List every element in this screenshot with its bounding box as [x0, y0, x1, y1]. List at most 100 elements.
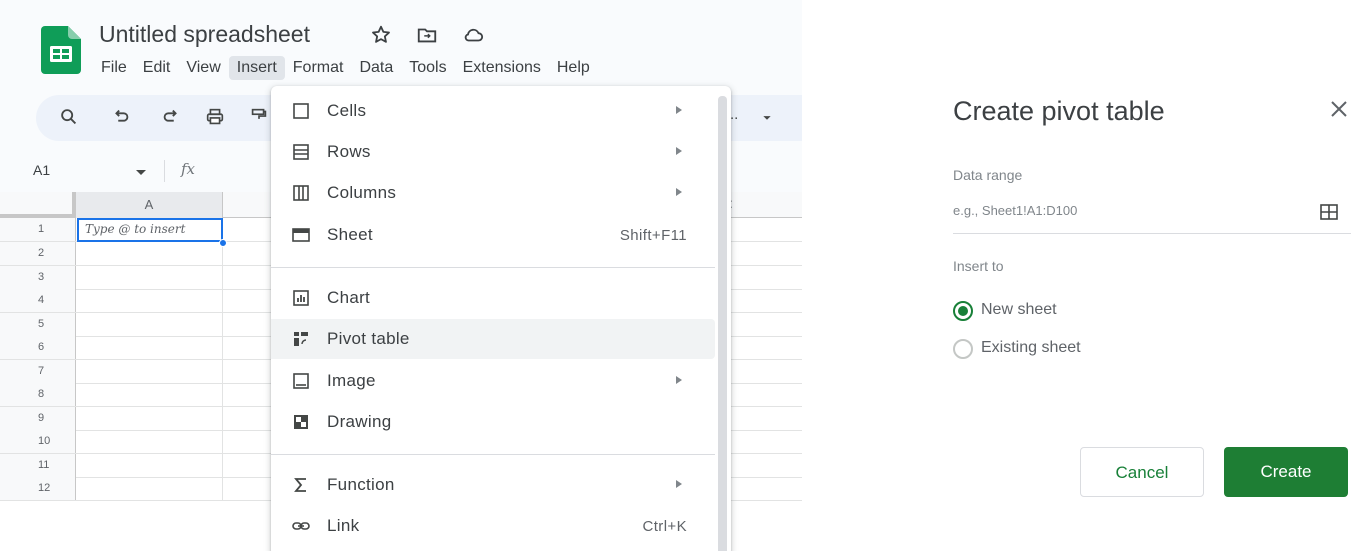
- row-number[interactable]: 2: [0, 242, 76, 265]
- sheet-icon: [292, 228, 310, 242]
- rows-icon: [293, 144, 309, 160]
- menu-item-rows[interactable]: Rows: [271, 132, 715, 172]
- radio-checked-icon[interactable]: [953, 301, 973, 321]
- undo-icon[interactable]: [110, 106, 132, 128]
- paint-format-icon[interactable]: [248, 106, 270, 128]
- print-icon[interactable]: [204, 106, 226, 128]
- cloud-saved-icon[interactable]: [462, 24, 484, 46]
- radio-unchecked-icon[interactable]: [953, 339, 973, 359]
- cell[interactable]: [76, 336, 223, 359]
- menu-item-columns[interactable]: Columns: [271, 173, 715, 213]
- row-number[interactable]: 6: [0, 336, 76, 359]
- menu-item-function[interactable]: Function: [271, 465, 715, 505]
- sheets-window: Untitled spreadsheet File Edit View Inse…: [0, 0, 802, 551]
- cell[interactable]: [76, 383, 223, 406]
- cell[interactable]: [76, 313, 223, 336]
- cell[interactable]: [76, 454, 223, 477]
- cell[interactable]: [76, 289, 223, 312]
- column-header-a[interactable]: A: [76, 192, 223, 218]
- shortcut-text: Ctrl+K: [642, 518, 687, 535]
- pivot-table-icon: [294, 332, 308, 346]
- cell[interactable]: [76, 266, 223, 289]
- fx-icon: fx: [181, 160, 196, 178]
- search-icon[interactable]: [58, 106, 80, 128]
- move-folder-icon[interactable]: [416, 24, 438, 46]
- menu-item-label: Drawing: [327, 412, 392, 431]
- formula-divider: [164, 160, 165, 182]
- cancel-button[interactable]: Cancel: [1080, 447, 1204, 497]
- insert-to-label: Insert to: [953, 258, 1004, 274]
- menu-item-chart[interactable]: Chart: [271, 278, 715, 318]
- menu-format[interactable]: Format: [285, 56, 352, 80]
- menu-tools[interactable]: Tools: [401, 56, 454, 80]
- row-number[interactable]: 8: [0, 383, 76, 406]
- cell[interactable]: [76, 242, 223, 265]
- row-number[interactable]: 4: [0, 289, 76, 312]
- submenu-arrow-icon: [676, 376, 682, 384]
- close-icon[interactable]: [1328, 98, 1350, 120]
- row-number[interactable]: 11: [0, 454, 76, 477]
- cell[interactable]: [76, 430, 223, 453]
- star-icon[interactable]: [370, 24, 392, 46]
- data-range-placeholder: e.g., Sheet1!A1:D100: [953, 203, 1078, 218]
- menu-view[interactable]: View: [178, 56, 228, 80]
- row-number[interactable]: 1: [0, 218, 76, 241]
- menu-item-label: Rows: [327, 142, 371, 161]
- submenu-arrow-icon: [676, 480, 682, 488]
- menu-edit[interactable]: Edit: [135, 56, 179, 80]
- insert-menu: Cells Rows Columns Sheet Shift+F11 Chart…: [271, 86, 731, 551]
- submenu-arrow-icon: [676, 106, 682, 114]
- menu-item-label: Image: [327, 371, 376, 390]
- radio-label: New sheet: [981, 301, 1057, 318]
- menu-item-sheet[interactable]: Sheet Shift+F11: [271, 215, 715, 255]
- select-all-corner[interactable]: [0, 192, 76, 218]
- menu-item-cells[interactable]: Cells: [271, 91, 715, 131]
- menu-extensions[interactable]: Extensions: [455, 56, 549, 80]
- create-button[interactable]: Create: [1224, 447, 1348, 497]
- row-number[interactable]: 7: [0, 360, 76, 383]
- link-icon: [292, 522, 310, 530]
- row-number[interactable]: 10: [0, 430, 76, 453]
- row-number[interactable]: 5: [0, 313, 76, 336]
- data-range-label: Data range: [953, 167, 1023, 183]
- menu-divider: [271, 267, 715, 268]
- menu-item-pivot-table[interactable]: Pivot table: [271, 319, 715, 359]
- menu-item-label: Sheet: [327, 225, 373, 244]
- menu-item-link[interactable]: Link Ctrl+K: [271, 506, 715, 546]
- redo-icon[interactable]: [160, 106, 182, 128]
- menu-item-label: Columns: [327, 183, 397, 202]
- menu-insert[interactable]: Insert: [228, 56, 285, 80]
- document-title[interactable]: Untitled spreadsheet: [99, 21, 310, 48]
- sheets-logo-icon[interactable]: [41, 26, 81, 74]
- menu-item-drawing[interactable]: Drawing: [271, 402, 715, 442]
- cell[interactable]: [76, 477, 223, 500]
- shortcut-text: Shift+F11: [619, 227, 687, 244]
- menu-scrollbar[interactable]: [718, 96, 727, 551]
- cells-icon: [293, 103, 309, 119]
- selected-cell-a1[interactable]: Type @ to insert: [77, 218, 223, 242]
- data-range-input[interactable]: e.g., Sheet1!A1:D100: [953, 200, 1351, 234]
- row-number[interactable]: 3: [0, 266, 76, 289]
- screen: Untitled spreadsheet File Edit View Inse…: [0, 0, 1361, 551]
- chevron-down-icon[interactable]: [756, 106, 778, 128]
- name-box[interactable]: A1: [33, 162, 50, 178]
- toolbar-overflow-text: ..: [730, 106, 739, 123]
- menu-file[interactable]: File: [93, 56, 135, 80]
- image-icon: [293, 373, 309, 389]
- fill-handle[interactable]: [219, 239, 227, 247]
- submenu-arrow-icon: [676, 188, 682, 196]
- row-number[interactable]: 12: [0, 477, 76, 500]
- menu-item-label: Chart: [327, 288, 371, 307]
- name-box-caret-icon[interactable]: [136, 170, 146, 175]
- menu-item-label: Link: [327, 516, 360, 535]
- menu-item-image[interactable]: Image: [271, 361, 715, 401]
- menu-divider: [271, 454, 715, 455]
- cell[interactable]: [76, 407, 223, 430]
- columns-icon: [293, 185, 309, 201]
- menu-help[interactable]: Help: [549, 56, 598, 80]
- row-number[interactable]: 9: [0, 407, 76, 430]
- cell[interactable]: [76, 360, 223, 383]
- menu-data[interactable]: Data: [351, 56, 401, 80]
- dialog-title: Create pivot table: [953, 96, 1165, 126]
- select-range-grid-icon[interactable]: [1319, 202, 1339, 222]
